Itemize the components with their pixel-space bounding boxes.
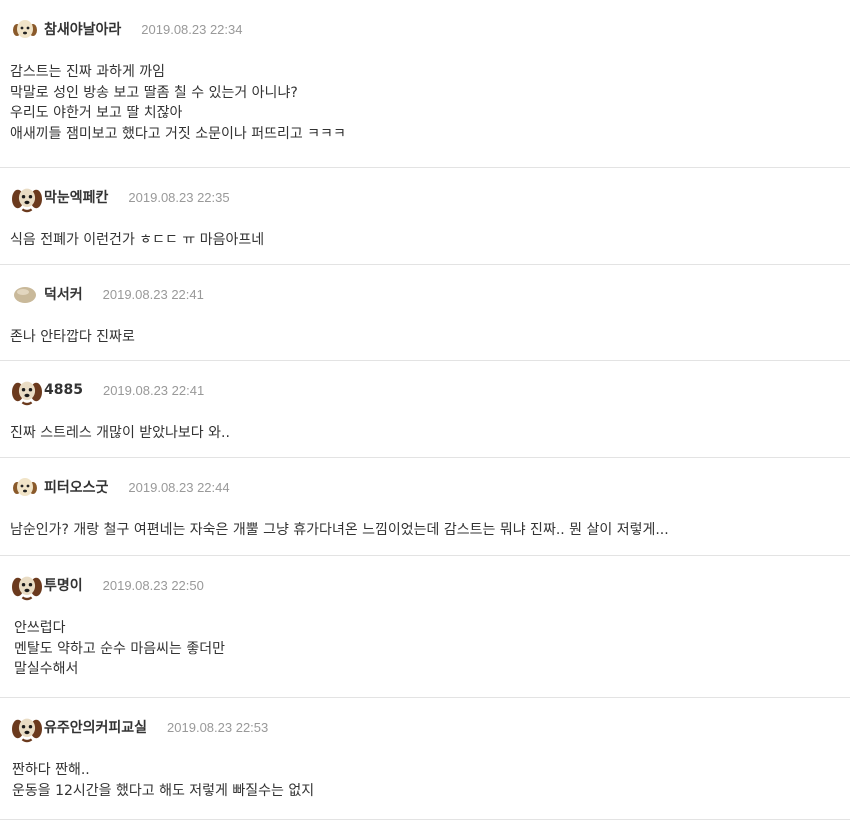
comment-line: 짠하다 짠해..: [12, 762, 90, 778]
comment-line: 운동을 12시간을 했다고 해도 저렇게 빠질수는 없지: [12, 782, 315, 799]
comment-line: 남순인가? 개랑 철구 여편네는 자숙은 개뿔 그냥 휴가다녀온 느낌이었는데 …: [10, 522, 669, 538]
comment-nickname[interactable]: 투명이: [44, 575, 83, 595]
comment-line: 애새끼들 잼미보고 했다고 거짓 소문이나 퍼뜨리고 ㅋㅋㅋ: [10, 125, 346, 142]
comment-header: 유주안의커피교실 2019.08.23 22:53: [12, 714, 269, 744]
comment-item: 피터오스굿 2019.08.23 22:44 남순인가? 개랑 철구 여편네는 …: [0, 458, 850, 556]
comment-nickname[interactable]: 막눈엑페칸: [44, 187, 108, 207]
comment-line: 존나 안타깝다 진짜로: [10, 329, 135, 345]
comment-list: 참새야날아라 2019.08.23 22:34 감스트는 진짜 과하게 까임 막…: [0, 0, 850, 820]
comment-item: 막눈엑페칸 2019.08.23 22:35 식음 전폐가 이런건가 ㅎㄷㄷ ㅠ…: [0, 168, 850, 265]
comment-item: 유주안의커피교실 2019.08.23 22:53 짠하다 짠해.. 운동을 1…: [0, 698, 850, 820]
comment-text: 진짜 스트레스 개많이 받았나보다 와..: [10, 423, 230, 444]
comment-nickname[interactable]: 참새야날아라: [44, 19, 121, 39]
comment-line: 우리도 야한거 보고 딸 치잖아: [10, 105, 183, 121]
tan-dog-avatar-icon[interactable]: [12, 474, 38, 500]
comment-header: 4885 2019.08.23 22:41: [12, 377, 205, 407]
comment-text: 짠하다 짠해.. 운동을 12시간을 했다고 해도 저렇게 빠질수는 없지: [12, 760, 314, 801]
comment-date: 2019.08.23 22:41: [102, 286, 204, 302]
comment-text: 감스트는 진짜 과하게 까임 막말로 성인 방송 보고 딸좀 칠 수 있는거 아…: [10, 62, 346, 144]
comment-date: 2019.08.23 22:53: [167, 719, 269, 735]
comment-line: 말실수해서: [14, 661, 79, 677]
brown-dog-avatar-icon[interactable]: [12, 377, 42, 407]
comment-header: 피터오스굿 2019.08.23 22:44: [12, 477, 230, 497]
comment-text: 식음 전폐가 이런건가 ㅎㄷㄷ ㅠ 마음아프네: [10, 230, 264, 251]
brown-dog-avatar-icon[interactable]: [12, 572, 42, 602]
comment-header: 참새야날아라 2019.08.23 22:34: [12, 19, 243, 39]
comment-text: 존나 안타깝다 진짜로: [10, 327, 135, 348]
comment-item: 투명이 2019.08.23 22:50 안쓰럽다 멘탈도 약하고 순수 마음씨…: [0, 556, 850, 698]
comment-text: 남순인가? 개랑 철구 여편네는 자숙은 개뿔 그냥 휴가다녀온 느낌이었는데 …: [10, 520, 669, 541]
comment-line: 진짜 스트레스 개많이 받았나보다 와..: [10, 425, 230, 441]
comment-nickname[interactable]: 4885: [44, 382, 83, 398]
comment-line: 멘탈도 약하고 순수 마음씨는 좋더만: [14, 640, 225, 657]
comment-header: 투명이 2019.08.23 22:50: [12, 572, 204, 602]
comment-date: 2019.08.23 22:34: [141, 21, 243, 37]
comment-header: 덕서커 2019.08.23 22:41: [12, 284, 204, 304]
comment-line: 감스트는 진짜 과하게 까임: [10, 64, 166, 80]
comment-date: 2019.08.23 22:50: [102, 577, 204, 593]
comment-item: 참새야날아라 2019.08.23 22:34 감스트는 진짜 과하게 까임 막…: [0, 0, 850, 168]
comment-nickname[interactable]: 피터오스굿: [44, 477, 108, 497]
comment-date: 2019.08.23 22:44: [128, 479, 230, 495]
comment-text: 안쓰럽다 멘탈도 약하고 순수 마음씨는 좋더만 말실수해서: [14, 618, 225, 680]
comment-date: 2019.08.23 22:35: [128, 189, 230, 205]
stone-avatar-icon[interactable]: [12, 281, 38, 307]
comment-line: 안쓰럽다: [14, 620, 66, 636]
comment-line: 막말로 성인 방송 보고 딸좀 칠 수 있는거 아니냐?: [10, 84, 298, 101]
brown-dog-avatar-icon[interactable]: [12, 714, 42, 744]
comment-nickname[interactable]: 덕서커: [44, 284, 83, 304]
tan-dog-avatar-icon[interactable]: [12, 16, 38, 42]
comment-date: 2019.08.23 22:41: [102, 382, 205, 398]
comment-item: 4885 2019.08.23 22:41 진짜 스트레스 개많이 받았나보다 …: [0, 361, 850, 458]
brown-dog-avatar-icon[interactable]: [12, 184, 42, 214]
comment-line: 식음 전폐가 이런건가 ㅎㄷㄷ ㅠ 마음아프네: [10, 232, 265, 248]
comment-item: 덕서커 2019.08.23 22:41 존나 안타깝다 진짜로: [0, 265, 850, 361]
comment-nickname[interactable]: 유주안의커피교실: [44, 717, 147, 737]
comment-header: 막눈엑페칸 2019.08.23 22:35: [12, 184, 230, 214]
